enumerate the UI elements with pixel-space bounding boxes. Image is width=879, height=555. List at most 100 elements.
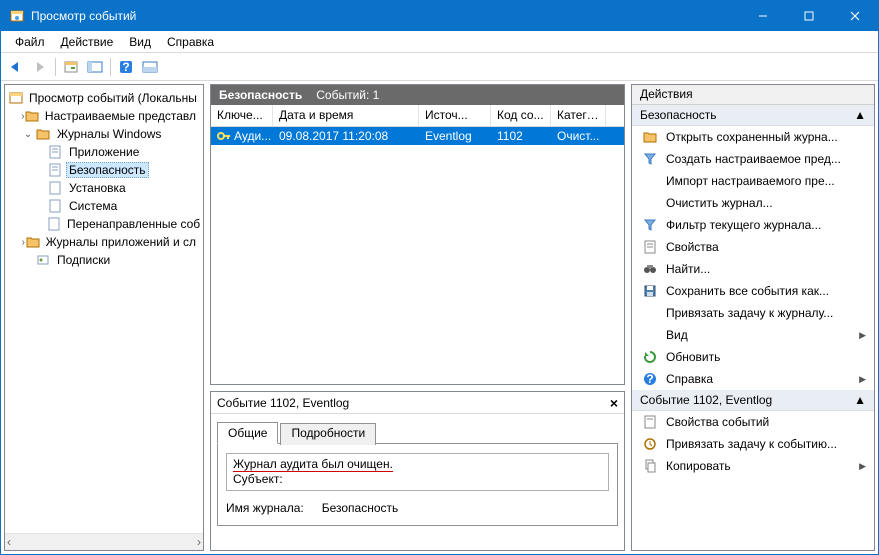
app-icon [9,8,25,24]
tree-windows-logs[interactable]: ⌄ Журналы Windows [9,125,203,143]
separator [110,58,111,76]
action-group-security[interactable]: Безопасность ▲ [632,105,874,126]
action-find[interactable]: Найти... [632,258,874,280]
collapse-icon[interactable]: ▲ [854,108,866,122]
tree-app-services[interactable]: › Журналы приложений и сл [9,233,203,251]
center-column: Безопасность Событий: 1 Ключе... Дата и … [207,81,628,554]
blank-icon [642,305,658,321]
maximize-button[interactable] [786,1,832,31]
detail-body: Общие Подробности Журнал аудита был очищ… [211,414,624,550]
action-clear-log[interactable]: Очистить журнал... [632,192,874,214]
menu-view[interactable]: Вид [121,33,159,51]
tree-application[interactable]: Приложение [9,143,203,161]
col-code[interactable]: Код со... [491,105,551,126]
properties-icon [642,239,658,255]
help-button[interactable]: ? [115,56,137,78]
detail-titlebar: Событие 1102, Eventlog × [211,392,624,414]
col-keywords[interactable]: Ключе... [211,105,273,126]
action-open-saved-log[interactable]: Открыть сохраненный журна... [632,126,874,148]
chevron-right-icon: ▶ [859,461,866,472]
show-tree-button[interactable] [60,56,82,78]
titlebar: Просмотр событий [1,1,878,31]
nav-tree[interactable]: Просмотр событий (Локальны › Настраиваем… [5,85,203,533]
tab-details[interactable]: Подробности [280,423,376,445]
subscription-icon [35,252,51,268]
action-filter-log[interactable]: Фильтр текущего журнала... [632,214,874,236]
preview-button[interactable] [139,56,161,78]
event-viewer-icon [9,90,23,106]
action-save-all[interactable]: Сохранить все события как... [632,280,874,302]
save-icon [642,283,658,299]
action-view-submenu[interactable]: Вид ▶ [632,324,874,346]
detail-title-text: Событие 1102, Eventlog [217,396,349,410]
menu-help[interactable]: Справка [159,33,222,51]
forward-button[interactable] [29,56,51,78]
tree-security[interactable]: Безопасность [9,161,203,179]
col-source[interactable]: Источ... [419,105,491,126]
event-count: Событий: 1 [316,88,379,102]
panel-button[interactable] [84,56,106,78]
event-detail-pane: Событие 1102, Eventlog × Общие Подробнос… [210,391,625,551]
separator [55,58,56,76]
close-button[interactable] [832,1,878,31]
content-area: Просмотр событий (Локальны › Настраиваем… [1,81,878,554]
h-scrollbar[interactable]: ‹› [5,533,203,550]
back-button[interactable] [5,56,27,78]
col-category[interactable]: Катего... [551,105,606,126]
column-headers: Ключе... Дата и время Источ... Код со...… [211,105,624,127]
window-controls [740,1,878,31]
menu-action[interactable]: Действие [53,33,122,51]
action-copy-submenu[interactable]: Копировать ▶ [632,455,874,477]
detail-tabs: Общие Подробности [217,421,618,444]
actions-header: Действия [632,85,874,105]
tree-system[interactable]: Система [9,197,203,215]
svg-text:?: ? [122,60,129,74]
chevron-right-icon: ▶ [859,330,866,341]
tab-general[interactable]: Общие [217,422,278,444]
actions-list: Безопасность ▲ Открыть сохраненный журна… [632,105,874,550]
window-title: Просмотр событий [31,9,740,23]
blank-icon [642,173,658,189]
action-attach-task[interactable]: Привязать задачу к журналу... [632,302,874,324]
action-refresh[interactable]: Обновить [632,346,874,368]
folder-open-icon [35,126,51,142]
help-icon: ? [642,371,658,387]
action-group-event[interactable]: Событие 1102, Eventlog ▲ [632,390,874,411]
menu-file[interactable]: Файл [7,33,53,51]
funnel-icon [642,151,658,167]
event-subject-label: Субъект: [233,472,283,486]
action-create-custom-view[interactable]: Создать настраиваемое пред... [632,148,874,170]
action-properties[interactable]: Свойства [632,236,874,258]
action-attach-task-event[interactable]: Привязать задачу к событию... [632,433,874,455]
log-icon [47,198,63,214]
action-event-properties[interactable]: Свойства событий [632,411,874,433]
event-row[interactable]: Ауди... 09.08.2017 11:20:08 Eventlog 110… [211,127,624,145]
folder-icon [26,234,40,250]
tree-subscriptions[interactable]: Подписки [9,251,203,269]
log-name-row: Имя журнала: Безопасность [226,501,609,515]
minimize-button[interactable] [740,1,786,31]
tree-custom-views[interactable]: › Настраиваемые представл [9,107,203,125]
key-icon [217,130,231,142]
tree-forwarded[interactable]: Перенаправленные соб [9,215,203,233]
collapse-icon[interactable]: ▲ [854,393,866,407]
collapse-icon[interactable]: ⌄ [21,129,35,140]
event-message: Журнал аудита был очищен. [233,457,393,472]
toolbar: ? [1,53,878,81]
action-import-custom-view[interactable]: Импорт настраиваемого пре... [632,170,874,192]
menubar: Файл Действие Вид Справка [1,31,878,53]
col-datetime[interactable]: Дата и время [273,105,419,126]
event-message-box[interactable]: Журнал аудита был очищен. Субъект: [226,453,609,491]
app-window: Просмотр событий Файл Действие Вид Справ… [0,0,879,555]
event-list[interactable]: Ауди... 09.08.2017 11:20:08 Eventlog 110… [211,127,624,145]
event-list-pane: Безопасность Событий: 1 Ключе... Дата и … [210,84,625,385]
detail-close-button[interactable]: × [610,395,618,411]
log-icon [47,216,61,232]
action-help-submenu[interactable]: ? Справка ▶ [632,368,874,390]
list-title-bar: Безопасность Событий: 1 [211,85,624,105]
tree-setup[interactable]: Установка [9,179,203,197]
folder-open-icon [642,129,658,145]
copy-icon [642,458,658,474]
tab-content: Журнал аудита был очищен. Субъект: Имя ж… [217,443,618,526]
tree-root[interactable]: Просмотр событий (Локальны [9,89,203,107]
